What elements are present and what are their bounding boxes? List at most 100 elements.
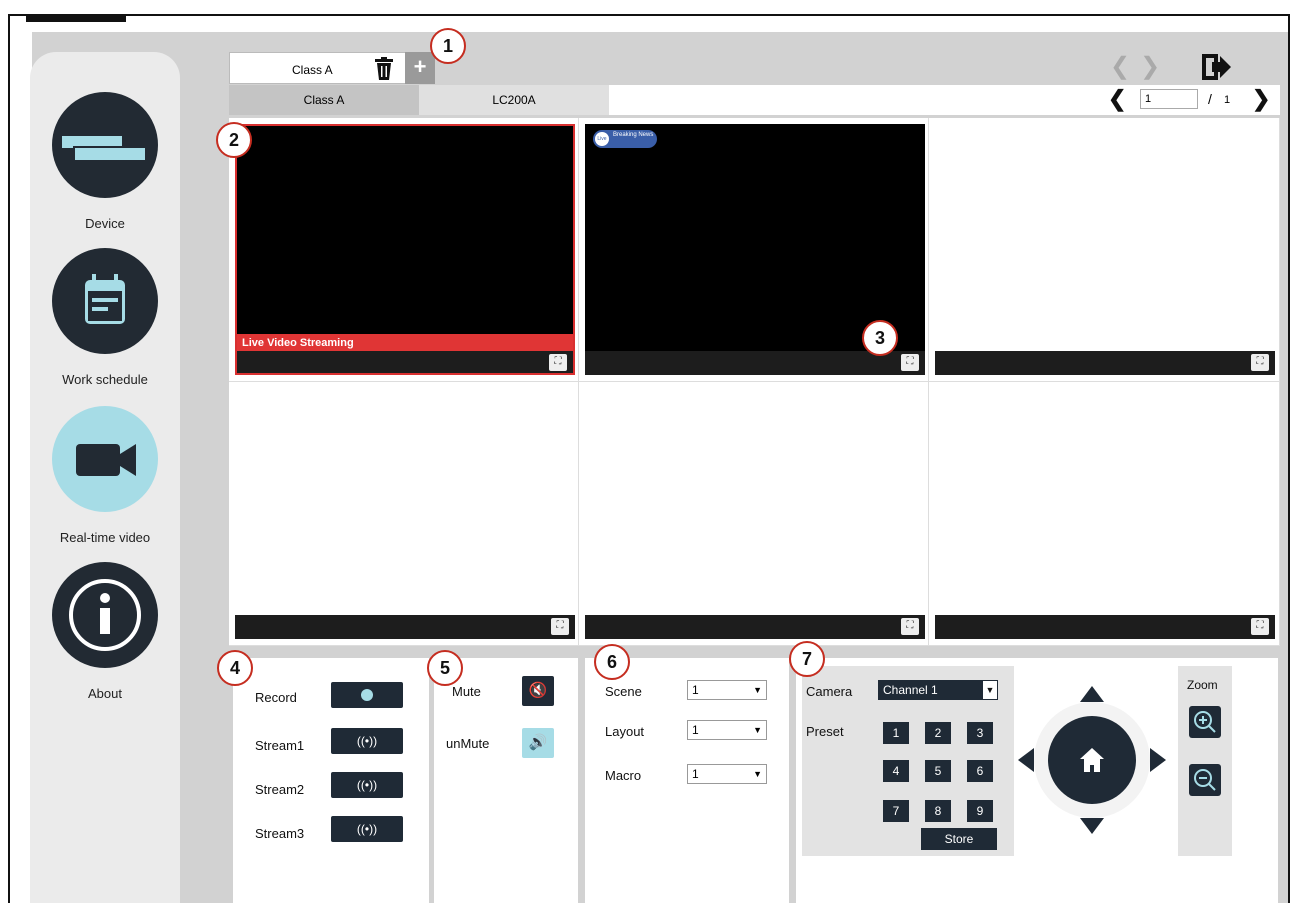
camera-select[interactable]: Channel 1 ▼ bbox=[878, 680, 998, 700]
stream3-button[interactable]: ((•)) bbox=[331, 816, 403, 842]
callout-1: 1 bbox=[430, 28, 466, 64]
store-button[interactable]: Store bbox=[921, 828, 997, 850]
ptz-dpad bbox=[1018, 686, 1166, 834]
video-feed: Live Breaking News bbox=[585, 124, 925, 352]
callout-4: 4 bbox=[217, 650, 253, 686]
sidebar-item-work-schedule[interactable]: Work schedule bbox=[30, 248, 180, 387]
device-icon bbox=[52, 92, 158, 198]
callout-7: 7 bbox=[789, 641, 825, 677]
scene-select[interactable]: 1 ▼ bbox=[687, 680, 767, 700]
preset-label: Preset bbox=[806, 724, 844, 739]
fullscreen-icon[interactable]: ⛶ bbox=[549, 354, 567, 371]
subtab-lc200a[interactable]: LC200A bbox=[419, 85, 609, 115]
fullscreen-icon[interactable]: ⛶ bbox=[551, 618, 569, 635]
layout-select[interactable]: 1 ▼ bbox=[687, 720, 767, 740]
preset-button-1[interactable]: 1 bbox=[883, 722, 909, 744]
sidebar-item-label: Real-time video bbox=[59, 530, 151, 545]
unmute-button[interactable]: 🔊 bbox=[522, 728, 554, 758]
layout-label: Layout bbox=[605, 724, 645, 739]
video-cell[interactable]: ⛶ bbox=[929, 382, 1280, 646]
stream1-button[interactable]: ((•)) bbox=[331, 728, 403, 754]
macro-select[interactable]: 1 ▼ bbox=[687, 764, 767, 784]
pan-right-icon[interactable] bbox=[1150, 748, 1166, 772]
stream2-label: Stream2 bbox=[255, 782, 305, 797]
subtab-class-a[interactable]: Class A bbox=[229, 85, 419, 115]
sidebar: Device Work schedule Real-time video Abo… bbox=[30, 52, 180, 903]
chevron-down-icon: ▼ bbox=[983, 681, 997, 699]
mute-button[interactable]: 🔇 bbox=[522, 676, 554, 706]
sub-tab-bar: Class A LC200A ❮ / 1 ❯ bbox=[229, 85, 1280, 115]
video-cell[interactable]: ⛶ bbox=[929, 118, 1280, 382]
history-nav: ❮❯ bbox=[1110, 52, 1170, 81]
video-toolbar: ⛶ bbox=[235, 615, 575, 639]
video-cell[interactable]: ⛶ bbox=[579, 382, 929, 646]
prev-page-icon[interactable]: ❮ bbox=[1108, 86, 1126, 112]
video-toolbar: ⛶ bbox=[935, 351, 1275, 375]
scene-panel: Scene 1 ▼ Layout 1 ▼ Macro 1 ▼ bbox=[585, 658, 789, 903]
top-strip bbox=[26, 16, 126, 22]
callout-3: 3 bbox=[862, 320, 898, 356]
mute-label: Mute bbox=[452, 684, 481, 699]
video-camera-icon bbox=[52, 406, 158, 512]
sidebar-item-label: Device bbox=[85, 216, 125, 231]
zoom-in-icon bbox=[1194, 711, 1216, 733]
video-grid: Live Video Streaming ⛶ Live Breaking News… bbox=[229, 118, 1280, 646]
pager: ❮ / 1 ❯ bbox=[1102, 86, 1272, 113]
fullscreen-icon[interactable]: ⛶ bbox=[901, 618, 919, 635]
preset-button-3[interactable]: 3 bbox=[967, 722, 993, 744]
video-feed: Live Video Streaming bbox=[235, 124, 575, 352]
preset-button-5[interactable]: 5 bbox=[925, 760, 951, 782]
speaker-mute-icon: 🔇 bbox=[528, 682, 548, 699]
fullscreen-icon[interactable]: ⛶ bbox=[901, 354, 919, 371]
preset-button-9[interactable]: 9 bbox=[967, 800, 993, 822]
chevron-down-icon: ▼ bbox=[753, 685, 762, 695]
live-banner: Live Video Streaming bbox=[237, 334, 573, 352]
zoom-column: Zoom bbox=[1178, 666, 1232, 856]
sidebar-item-real-time-video[interactable]: Real-time video bbox=[30, 406, 180, 545]
page-number-input[interactable] bbox=[1140, 89, 1198, 109]
pan-down-icon[interactable] bbox=[1080, 818, 1104, 834]
record-button[interactable] bbox=[331, 682, 403, 708]
stream3-label: Stream3 bbox=[255, 826, 305, 841]
add-tab-button[interactable]: + bbox=[405, 52, 435, 84]
sidebar-item-about[interactable]: About bbox=[30, 562, 180, 701]
calendar-icon bbox=[52, 248, 158, 354]
zoom-out-button[interactable] bbox=[1189, 764, 1221, 796]
sidebar-item-label: About bbox=[88, 686, 122, 701]
preset-button-8[interactable]: 8 bbox=[925, 800, 951, 822]
fullscreen-icon[interactable]: ⛶ bbox=[1251, 354, 1269, 371]
tab-label: Class A bbox=[292, 63, 333, 77]
breaking-news-overlay: Live Breaking News bbox=[593, 130, 657, 148]
pan-left-icon[interactable] bbox=[1018, 748, 1034, 772]
next-page-icon[interactable]: ❯ bbox=[1252, 86, 1270, 112]
trash-icon[interactable] bbox=[374, 57, 394, 81]
zoom-label: Zoom bbox=[1187, 678, 1218, 692]
fullscreen-icon[interactable]: ⛶ bbox=[1251, 618, 1269, 635]
back-icon[interactable]: ❮ bbox=[1110, 53, 1140, 80]
zoom-in-button[interactable] bbox=[1189, 706, 1221, 738]
stream2-button[interactable]: ((•)) bbox=[331, 772, 403, 798]
preset-area: Camera Channel 1 ▼ Preset 1 2 3 4 5 6 7 … bbox=[802, 666, 1014, 856]
sidebar-item-label: Work schedule bbox=[62, 372, 148, 387]
camera-label: Camera bbox=[806, 684, 853, 699]
live-logo-icon: Live bbox=[595, 132, 609, 146]
sidebar-item-device[interactable]: Device bbox=[30, 92, 180, 231]
preset-button-7[interactable]: 7 bbox=[883, 800, 909, 822]
callout-5: 5 bbox=[427, 650, 463, 686]
preset-button-2[interactable]: 2 bbox=[925, 722, 951, 744]
record-icon bbox=[361, 689, 373, 701]
pan-up-icon[interactable] bbox=[1080, 686, 1104, 702]
preset-button-6[interactable]: 6 bbox=[967, 760, 993, 782]
forward-icon[interactable]: ❯ bbox=[1140, 53, 1170, 80]
tab-class-a[interactable]: Class A bbox=[229, 52, 407, 84]
video-cell[interactable]: ⛶ bbox=[229, 382, 579, 646]
video-toolbar: ⛶ bbox=[935, 615, 1275, 639]
stream1-label: Stream1 bbox=[255, 738, 305, 753]
preset-button-4[interactable]: 4 bbox=[883, 760, 909, 782]
info-icon bbox=[52, 562, 158, 668]
unmute-label: unMute bbox=[446, 736, 490, 751]
callout-6: 6 bbox=[594, 644, 630, 680]
chevron-down-icon: ▼ bbox=[753, 769, 762, 779]
video-cell[interactable]: Live Video Streaming ⛶ bbox=[229, 118, 579, 382]
logout-icon[interactable] bbox=[1202, 54, 1232, 80]
